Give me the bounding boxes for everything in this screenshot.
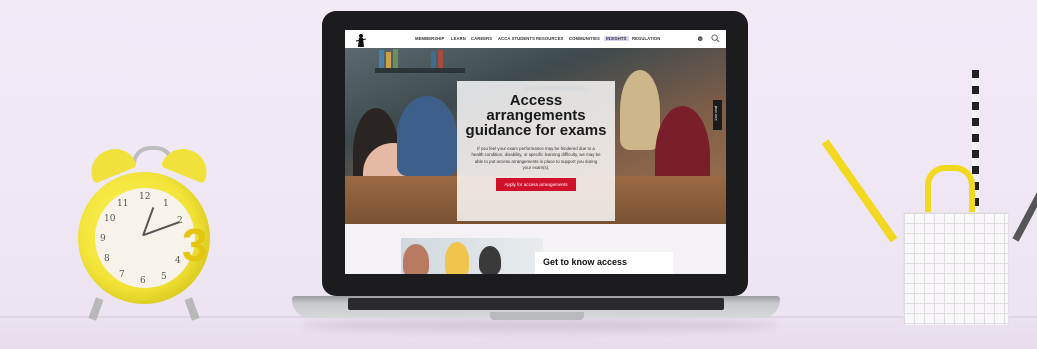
alarm-clock: 12 1 2 4 5 6 7 8 9 10 11 3 [70,142,230,325]
clock-leg-right [184,297,200,321]
apply-access-arrangements-button[interactable]: Apply for access arrangements [496,178,576,192]
live-chat-label: Live chat [714,106,718,121]
student-figure [445,242,469,274]
book [386,52,391,68]
clock-number: 12 [139,192,151,202]
clock-number: 1 [163,199,169,209]
laptop-keyboard [348,298,724,310]
laptop-screen: MEMBERSHIP LEARN CAREERS ACCA STUDENTS R… [345,30,726,274]
nav-item-learn[interactable]: LEARN [451,36,466,41]
clock-face: 12 1 2 4 5 6 7 8 9 10 11 [95,188,195,288]
clock-number: 8 [104,254,110,264]
nav-item-membership[interactable]: MEMBERSHIP [415,36,444,41]
student-figure [397,96,457,176]
nav-item-acca-students[interactable]: ACCA STUDENTS [498,36,535,41]
clock-number: 7 [119,270,125,280]
clock-number: 10 [104,214,116,224]
clock-number: 4 [175,256,181,266]
student-figure [479,246,501,274]
clock-number: 5 [161,272,167,282]
clock-badge-number: 3 [182,219,208,271]
nav-item-resources[interactable]: RESOURCES [536,36,563,41]
clock-leg-left [88,297,104,321]
hero-banner: Access arrangements guidance for exams I… [345,48,726,224]
teaser-title: Get to know access [543,257,628,267]
book [438,50,443,68]
hero-card: Access arrangements guidance for exams I… [457,81,615,221]
student-figure [403,244,429,274]
search-icon[interactable] [711,34,720,43]
hero-title: Access arrangements guidance for exams [465,92,607,139]
clock-number: 6 [140,276,146,286]
teaser-card[interactable]: Get to know access [535,252,673,274]
students-thumbnail [401,238,543,274]
book [393,49,398,68]
book [431,51,436,68]
nav-item-communities[interactable]: COMMUNITIES [569,36,600,41]
nav-item-regulation[interactable]: REGULATION [632,36,660,41]
laptop-shadow [300,318,780,332]
user-icon[interactable]: ☻ [696,34,705,43]
clock-number: 11 [117,199,129,209]
nav-item-careers[interactable]: CAREERS [471,36,492,41]
pencil-cup [903,212,1009,326]
lower-section: Get to know access [345,224,726,274]
top-navigation: MEMBERSHIP LEARN CAREERS ACCA STUDENTS R… [345,30,726,54]
book [379,50,384,68]
clock-number: 9 [100,234,106,244]
student-figure [620,70,660,150]
hero-body: If you feel your exam performance may be… [471,146,601,170]
live-chat-tab[interactable]: Live chat [713,100,722,130]
bookshelf [375,68,465,73]
nav-item-insights[interactable]: INSIGHTS [604,36,629,41]
laptop-trackpad [490,312,584,320]
